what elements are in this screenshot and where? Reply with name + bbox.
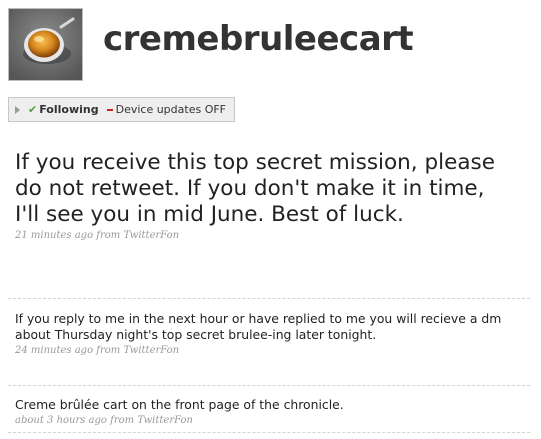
tweet-divider (8, 432, 530, 433)
tweet-text: If you reply to me in the next hour or h… (15, 311, 502, 342)
minus-icon (106, 108, 113, 111)
tweet-timestamp-link[interactable]: 24 minutes ago (15, 345, 93, 356)
tweet-timestamp-link[interactable]: about 3 hours ago (15, 415, 107, 426)
tweet-meta: about 3 hours ago from TwitterFon (15, 415, 520, 426)
checkmark-icon: ✔ (28, 103, 38, 116)
profile-username: cremebruleecart (103, 19, 414, 59)
tweet-timestamp-link[interactable]: 21 minutes ago (15, 230, 93, 241)
tweet-text: Creme brûlée cart on the front page of t… (15, 397, 344, 412)
featured-tweet: If you receive this top secret mission, … (15, 150, 515, 241)
tweet-meta: 24 minutes ago from TwitterFon (15, 345, 520, 356)
avatar[interactable] (8, 8, 83, 81)
tweet-from-label: from (110, 415, 135, 426)
tweet-from-label: from (96, 345, 121, 356)
device-updates-label[interactable]: Device updates OFF (116, 103, 226, 116)
creme-brulee-avatar-icon (9, 9, 82, 80)
tweet-item: Creme brûlée cart on the front page of t… (15, 397, 520, 426)
tweet-source-link[interactable]: TwitterFon (123, 345, 179, 356)
tweet-source-link[interactable]: TwitterFon (137, 415, 193, 426)
tweet-item: If you reply to me in the next hour or h… (15, 311, 520, 356)
tweet-meta: 21 minutes ago from TwitterFon (15, 230, 515, 241)
tweet-divider (8, 298, 530, 299)
tweet-divider (8, 385, 530, 386)
following-label[interactable]: Following (39, 103, 98, 116)
tweet-source-link[interactable]: TwitterFon (123, 230, 179, 241)
tweet-from-label: from (96, 230, 121, 241)
tweet-text: If you receive this top secret mission, … (15, 150, 495, 227)
follow-status-bar[interactable]: ✔ Following Device updates OFF (8, 97, 235, 122)
expand-arrow-icon[interactable] (15, 105, 20, 114)
